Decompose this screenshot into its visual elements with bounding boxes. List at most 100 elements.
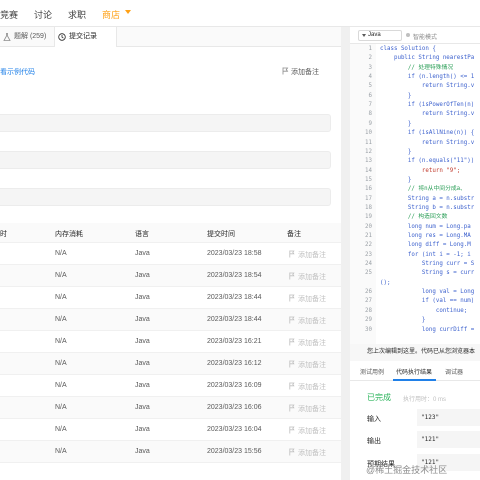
add-note-label: 添加备注	[298, 450, 326, 457]
memory-cell: N/A	[55, 360, 67, 367]
table-row[interactable]: N/A Java 2023/03/23 18:58 添加备注	[0, 243, 341, 265]
code-line: 23 for (int i = -1; i	[350, 251, 480, 260]
code-line: 30 long currDiff =	[350, 326, 480, 335]
add-note-button[interactable]: 添加备注	[289, 382, 326, 392]
tab-testcases[interactable]: 测试用例	[360, 367, 384, 376]
code-text: String s = curr	[380, 270, 475, 277]
tab-run-result[interactable]: 代码执行结果	[396, 367, 432, 376]
language-select[interactable]: Java	[358, 30, 402, 41]
add-note-button[interactable]: 添加备注	[289, 338, 326, 348]
flag-icon	[289, 448, 295, 456]
info-bar	[0, 188, 331, 206]
code-line: 7 if (isPowerOfTen(n)	[350, 101, 480, 110]
table-row[interactable]: N/A Java 2023/03/23 16:21 添加备注	[0, 331, 341, 353]
add-note-button[interactable]: 添加备注	[289, 404, 326, 414]
line-number: 17	[365, 195, 372, 202]
code-line: 1 class Solution {	[350, 45, 480, 54]
code-line: 27 if (val == num)	[350, 297, 480, 306]
code-text: return "9";	[380, 167, 461, 174]
add-note-button[interactable]: 添加备注	[289, 426, 326, 436]
nav-jobs[interactable]: 求职	[68, 8, 86, 21]
smart-mode-toggle[interactable]: 智能模式	[406, 32, 437, 41]
col-submit-time: 提交时间	[207, 231, 235, 238]
code-line: 11 return String.v	[350, 139, 480, 148]
code-text: long res = Long.MA	[380, 233, 471, 239]
line-number: 23	[365, 251, 372, 258]
flag-icon	[289, 272, 295, 280]
code-line: 26 long val = Long	[350, 288, 480, 297]
code-line: 4 if (n.length() <= 1	[350, 73, 480, 82]
line-number: 24	[365, 261, 372, 268]
status-text: 已完成	[367, 393, 391, 402]
demo-code-link[interactable]: 看示例代码	[0, 67, 35, 77]
language-cell: Java	[135, 250, 150, 257]
memory-cell: N/A	[55, 272, 67, 279]
line-number: 16	[365, 186, 372, 193]
code-text: if (isPowerOfTen(n)	[380, 102, 475, 109]
add-note-button[interactable]: 添加备注	[289, 250, 326, 260]
table-row[interactable]: N/A Java 2023/03/23 18:44 添加备注	[0, 309, 341, 331]
flag-icon	[289, 404, 295, 412]
add-note-button[interactable]: 添加备注	[289, 360, 326, 370]
tab-debugger[interactable]: 调试器	[445, 367, 463, 376]
language-cell: Java	[135, 338, 150, 345]
line-number: 14	[365, 167, 372, 174]
col-runtime: 时	[0, 231, 7, 238]
table-row[interactable]: N/A Java 2023/03/23 16:09 添加备注	[0, 375, 341, 397]
code-line: 12 }	[350, 148, 480, 157]
add-note-button[interactable]: 添加备注	[289, 294, 326, 304]
line-number: 2	[368, 55, 373, 62]
line-number: 8	[368, 111, 373, 118]
code-text: return String.v	[380, 139, 475, 146]
memory-cell: N/A	[55, 404, 67, 411]
tab-submissions[interactable]: 提交记录	[54, 27, 117, 47]
code-line: 18 String b = n.substr	[350, 204, 480, 213]
code-editor[interactable]: 1 class Solution {2 public String nearest…	[350, 44, 480, 344]
result-tabs: 测试用例 代码执行结果 调试器	[350, 361, 480, 381]
table-row[interactable]: N/A Java 2023/03/23 16:12 添加备注	[0, 353, 341, 375]
code-text: if (n.equals("11"))	[380, 158, 475, 165]
input-value: "123"	[417, 409, 480, 426]
table-row[interactable]: N/A Java 2023/03/23 16:04 添加备注	[0, 419, 341, 441]
submit-time-cell: 2023/03/23 18:54	[207, 272, 262, 279]
info-bar	[0, 114, 331, 132]
add-note-button[interactable]: 添加备注	[282, 67, 319, 77]
code-line: 10 if (isAllNine(n)) {	[350, 129, 480, 138]
clock-icon	[58, 33, 66, 41]
nav-discuss[interactable]: 讨论	[34, 8, 52, 21]
panel-resizer[interactable]	[341, 27, 350, 480]
flag-icon	[289, 250, 295, 258]
table-row[interactable]: N/A Java 2023/03/23 15:56 添加备注	[0, 441, 341, 463]
table-row[interactable]: N/A Java 2023/03/23 18:44 添加备注	[0, 287, 341, 309]
line-number: 5	[368, 83, 373, 90]
flask-icon	[3, 33, 11, 41]
code-text: ();	[380, 279, 391, 286]
add-note-button[interactable]: 添加备注	[289, 272, 326, 282]
table-row[interactable]: N/A Java 2023/03/23 16:06 添加备注	[0, 397, 341, 419]
tab-solutions-label: 题解 (259)	[14, 33, 47, 40]
line-number: 26	[365, 289, 372, 296]
submit-time-cell: 2023/03/23 16:12	[207, 360, 262, 367]
code-line: 28 continue;	[350, 307, 480, 316]
active-tab-indicator	[393, 379, 436, 381]
add-note-button[interactable]: 添加备注	[289, 448, 326, 458]
line-number: 29	[365, 317, 372, 324]
line-number: 11	[365, 139, 372, 146]
tab-submissions-label: 提交记录	[69, 33, 97, 40]
memory-cell: N/A	[55, 382, 67, 389]
chevron-down-icon[interactable]	[125, 10, 131, 14]
flag-icon	[289, 338, 295, 346]
nav-shop[interactable]: 商店	[102, 8, 120, 21]
add-note-label: 添加备注	[291, 69, 319, 76]
add-note-button[interactable]: 添加备注	[289, 316, 326, 326]
code-text: if (val == num)	[380, 298, 475, 305]
line-number: 20	[365, 223, 372, 230]
code-text: String a = n.substr	[380, 195, 475, 202]
submit-time-cell: 2023/03/23 16:04	[207, 426, 262, 433]
table-row[interactable]: N/A Java 2023/03/23 18:54 添加备注	[0, 265, 341, 287]
nav-contest[interactable]: 竞赛	[0, 8, 18, 21]
language-cell: Java	[135, 448, 150, 455]
flag-icon	[289, 360, 295, 368]
code-text: // 将n从中间分成a、	[380, 186, 466, 193]
tab-solutions[interactable]: 题解 (259)	[0, 27, 54, 47]
